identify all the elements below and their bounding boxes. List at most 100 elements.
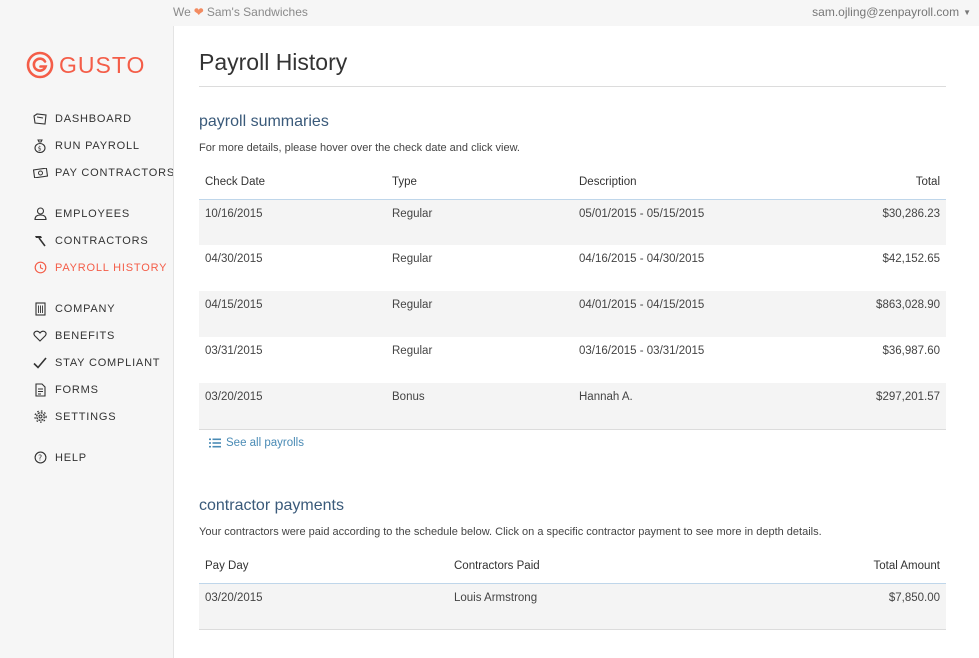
- type-cell: Regular: [392, 253, 433, 265]
- type-cell: Regular: [392, 345, 433, 357]
- column-header-type[interactable]: Type: [386, 165, 573, 200]
- column-header-check-date[interactable]: Check Date: [199, 165, 386, 200]
- clock-icon: [32, 261, 48, 275]
- caret-down-icon: ▼: [963, 8, 971, 17]
- check-date-cell[interactable]: 04/30/2015: [199, 245, 386, 291]
- type-cell: Bonus: [386, 383, 573, 430]
- total-cell: $30,286.23: [823, 199, 946, 245]
- table-row[interactable]: 03/31/2015 Regular 03/16/2015 - 03/31/20…: [199, 337, 946, 383]
- brand-name: GUSTO: [59, 51, 146, 78]
- top-bar: We ❤ Sam's Sandwiches sam.ojling@zenpayrol…: [0, 0, 979, 26]
- table-row[interactable]: 04/30/2015 Regular 04/16/2015 - 04/30/20…: [199, 245, 946, 291]
- see-all-payrolls-label: See all payrolls: [226, 437, 304, 449]
- dashboard-icon: [32, 112, 48, 126]
- company-selector[interactable]: We ❤ Sam's Sandwiches: [173, 5, 308, 19]
- sidebar-item-help[interactable]: ? HELP: [32, 444, 87, 471]
- sidebar-item-label: DASHBOARD: [55, 112, 132, 125]
- description-cell: 05/01/2015 - 05/15/2015: [573, 199, 823, 245]
- sidebar-item-settings[interactable]: SETTINGS: [32, 403, 160, 430]
- nav-group-company: COMPANY BENEFITS STAY COMPLIANT FORMS SE…: [32, 295, 160, 430]
- contractor-payments-title: contractor payments: [199, 497, 344, 514]
- description-cell: 04/16/2015 - 04/30/2015: [579, 253, 705, 265]
- table-header-row: Pay Day Contractors Paid Total Amount: [199, 549, 946, 584]
- sidebar-item-label: RUN PAYROLL: [55, 139, 140, 152]
- contractors-paid-cell: Louis Armstrong: [448, 583, 697, 630]
- total-cell: $36,987.60: [882, 345, 940, 357]
- sidebar-item-dashboard[interactable]: DASHBOARD: [32, 105, 175, 132]
- account-menu[interactable]: sam.ojling@zenpayroll.com ▼: [812, 5, 971, 19]
- gear-icon: [32, 410, 48, 424]
- sidebar-item-label: EMPLOYEES: [55, 207, 131, 220]
- type-cell: Regular: [386, 291, 573, 337]
- sidebar-item-pay-contractors[interactable]: PAY CONTRACTORS: [32, 159, 175, 186]
- payroll-summaries-title: payroll summaries: [199, 113, 329, 130]
- main-content: Payroll History payroll summaries For mo…: [173, 26, 979, 658]
- person-icon: [32, 207, 48, 221]
- table-row[interactable]: 10/16/2015 Regular 05/01/2015 - 05/15/20…: [199, 199, 946, 245]
- sidebar-item-employees[interactable]: EMPLOYEES: [32, 200, 167, 227]
- sidebar-item-label: STAY COMPLIANT: [55, 356, 161, 369]
- sidebar-item-label: PAYROLL HISTORY: [55, 261, 168, 274]
- hammer-icon: [32, 234, 48, 248]
- type-cell: Regular: [386, 199, 573, 245]
- title-divider: [199, 86, 946, 87]
- check-date-cell[interactable]: 10/16/2015: [199, 199, 386, 245]
- check-date-cell[interactable]: 04/15/2015: [199, 291, 386, 337]
- column-header-pay-day[interactable]: Pay Day: [199, 549, 448, 584]
- sidebar-item-forms[interactable]: FORMS: [32, 376, 160, 403]
- svg-text:$: $: [38, 145, 43, 152]
- document-icon: [32, 382, 48, 397]
- sidebar-item-stay-compliant[interactable]: STAY COMPLIANT: [32, 349, 160, 376]
- column-header-total-amount[interactable]: Total Amount: [697, 549, 946, 584]
- see-all-payrolls-link[interactable]: See all payrolls: [209, 437, 304, 449]
- sidebar-item-company[interactable]: COMPANY: [32, 295, 160, 322]
- company-name: Sam's Sandwiches: [206, 5, 308, 19]
- gusto-logo[interactable]: GUSTO: [26, 50, 145, 80]
- sidebar-item-contractors[interactable]: CONTRACTORS: [32, 227, 167, 254]
- gusto-logo-icon: [26, 51, 54, 79]
- table-row[interactable]: 04/15/2015 Regular 04/01/2015 - 04/15/20…: [199, 291, 946, 337]
- table-header-row: Check Date Type Description Total: [199, 165, 946, 200]
- building-icon: [32, 301, 48, 316]
- sidebar-item-label: COMPANY: [55, 302, 116, 315]
- contractor-payments-table: Pay Day Contractors Paid Total Amount 03…: [199, 549, 946, 630]
- heart-icon: ❤: [193, 5, 204, 19]
- svg-text:?: ?: [38, 453, 43, 462]
- sidebar-item-run-payroll[interactable]: $ RUN PAYROLL: [32, 132, 175, 159]
- cash-icon: [32, 166, 48, 180]
- money-bag-icon: $: [32, 139, 48, 153]
- nav-group-people: EMPLOYEES CONTRACTORS PAYROLL HISTORY: [32, 200, 167, 281]
- sidebar-item-label: HELP: [55, 451, 87, 464]
- sidebar-item-label: FORMS: [55, 383, 99, 396]
- list-icon: [209, 438, 221, 448]
- sidebar-item-label: CONTRACTORS: [55, 234, 149, 247]
- sidebar: GUSTO DASHBOARD $ RUN PAYROLL PAY CONTRA…: [0, 26, 175, 658]
- checkmark-icon: [32, 356, 48, 370]
- sidebar-item-benefits[interactable]: BENEFITS: [32, 322, 160, 349]
- total-cell: $42,152.65: [882, 253, 940, 265]
- table-row[interactable]: 03/20/2015 Bonus Hannah A. $297,201.57: [199, 383, 946, 430]
- sidebar-item-label: PAY CONTRACTORS: [55, 166, 175, 179]
- heart-icon: [32, 329, 48, 343]
- check-date-cell[interactable]: 03/20/2015: [199, 383, 386, 430]
- sidebar-item-label: BENEFITS: [55, 329, 116, 342]
- account-email: sam.ojling@zenpayroll.com: [812, 5, 960, 19]
- contractor-payments-description: Your contractors were paid according to …: [199, 526, 822, 538]
- description-cell: Hannah A.: [573, 383, 823, 430]
- sidebar-item-label: SETTINGS: [55, 410, 117, 423]
- column-header-total[interactable]: Total: [823, 165, 946, 200]
- table-row[interactable]: 03/20/2015 Louis Armstrong $7,850.00: [199, 583, 946, 630]
- payroll-summaries-table: Check Date Type Description Total 10/16/…: [199, 165, 946, 430]
- column-header-description[interactable]: Description: [573, 165, 823, 200]
- column-header-contractors-paid[interactable]: Contractors Paid: [448, 549, 697, 584]
- description-cell: 04/01/2015 - 04/15/2015: [573, 291, 823, 337]
- nav-group-help: ? HELP: [32, 444, 87, 471]
- pay-day-cell[interactable]: 03/20/2015: [199, 583, 448, 630]
- page-title: Payroll History: [199, 49, 348, 75]
- total-cell: $863,028.90: [823, 291, 946, 337]
- we-label: We: [173, 5, 191, 19]
- sidebar-item-payroll-history[interactable]: PAYROLL HISTORY: [32, 254, 167, 281]
- nav-group-payroll: DASHBOARD $ RUN PAYROLL PAY CONTRACTORS: [32, 105, 175, 186]
- payroll-summaries-description: For more details, please hover over the …: [199, 142, 520, 154]
- check-date-cell[interactable]: 03/31/2015: [199, 337, 386, 383]
